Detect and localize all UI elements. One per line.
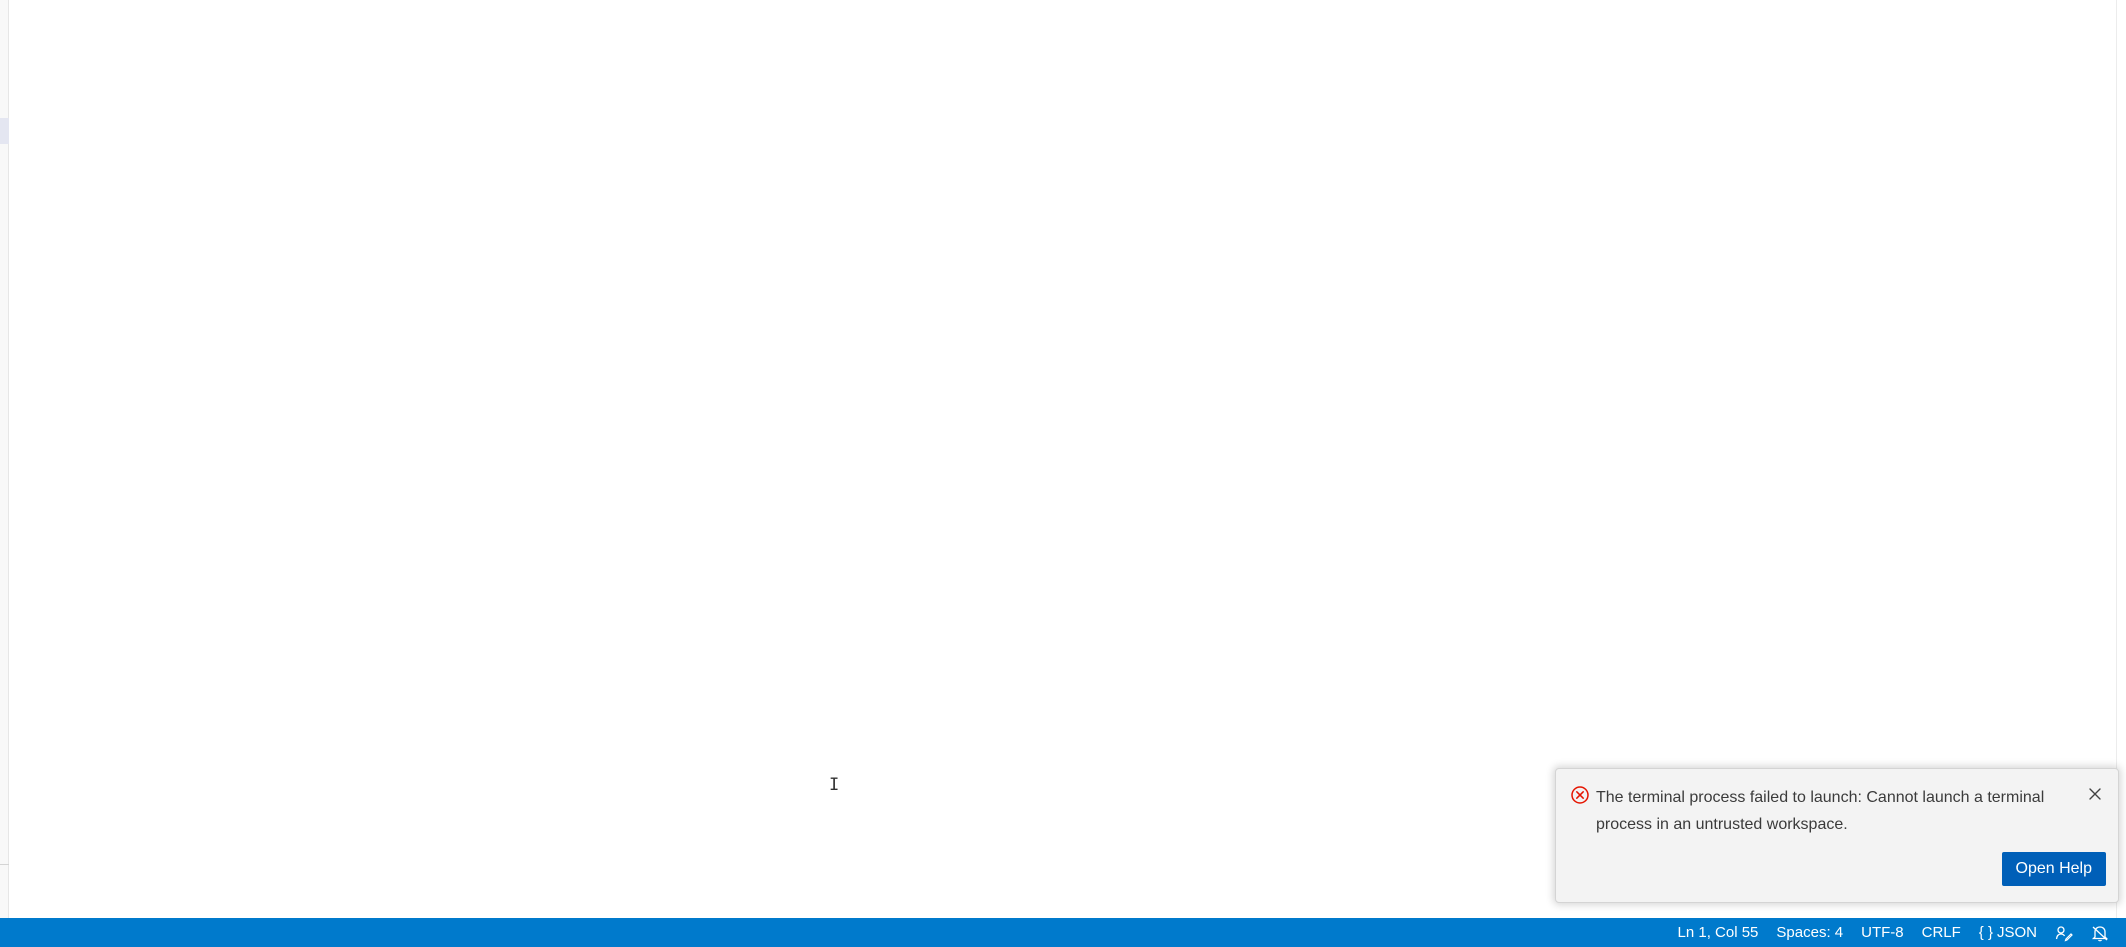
- error-notification: The terminal process failed to launch: C…: [1555, 768, 2119, 903]
- status-cursor-position[interactable]: Ln 1, Col 55: [1669, 918, 1768, 947]
- braces-icon: { }: [1978, 924, 1993, 941]
- close-icon: [2089, 788, 2101, 800]
- feedback-icon: [2055, 925, 2073, 941]
- vscode-window: I The terminal process failed to launch:…: [0, 0, 2126, 947]
- status-feedback-button[interactable]: [2046, 918, 2082, 947]
- mouse-cursor-ibeam: I: [829, 775, 840, 795]
- sidebar-edge: [0, 0, 9, 918]
- error-icon: [1570, 785, 1590, 805]
- status-language-mode[interactable]: { } JSON: [1970, 918, 2046, 947]
- sidebar-divider: [0, 864, 9, 865]
- status-encoding[interactable]: UTF-8: [1852, 918, 1913, 947]
- notification-close-button[interactable]: [2084, 783, 2106, 805]
- status-language-label: JSON: [1996, 924, 2037, 941]
- bell-icon: [2091, 925, 2109, 941]
- notification-message: The terminal process failed to launch: C…: [1596, 789, 2045, 833]
- status-bar: Ln 1, Col 55 Spaces: 4 UTF-8 CRLF { } JS…: [0, 918, 2126, 947]
- status-notifications-button[interactable]: [2082, 918, 2118, 947]
- status-line-ending[interactable]: CRLF: [1913, 918, 1970, 947]
- open-help-button[interactable]: Open Help: [2001, 852, 2106, 886]
- sidebar-selected-item-edge[interactable]: [0, 118, 9, 144]
- status-indentation[interactable]: Spaces: 4: [1767, 918, 1852, 947]
